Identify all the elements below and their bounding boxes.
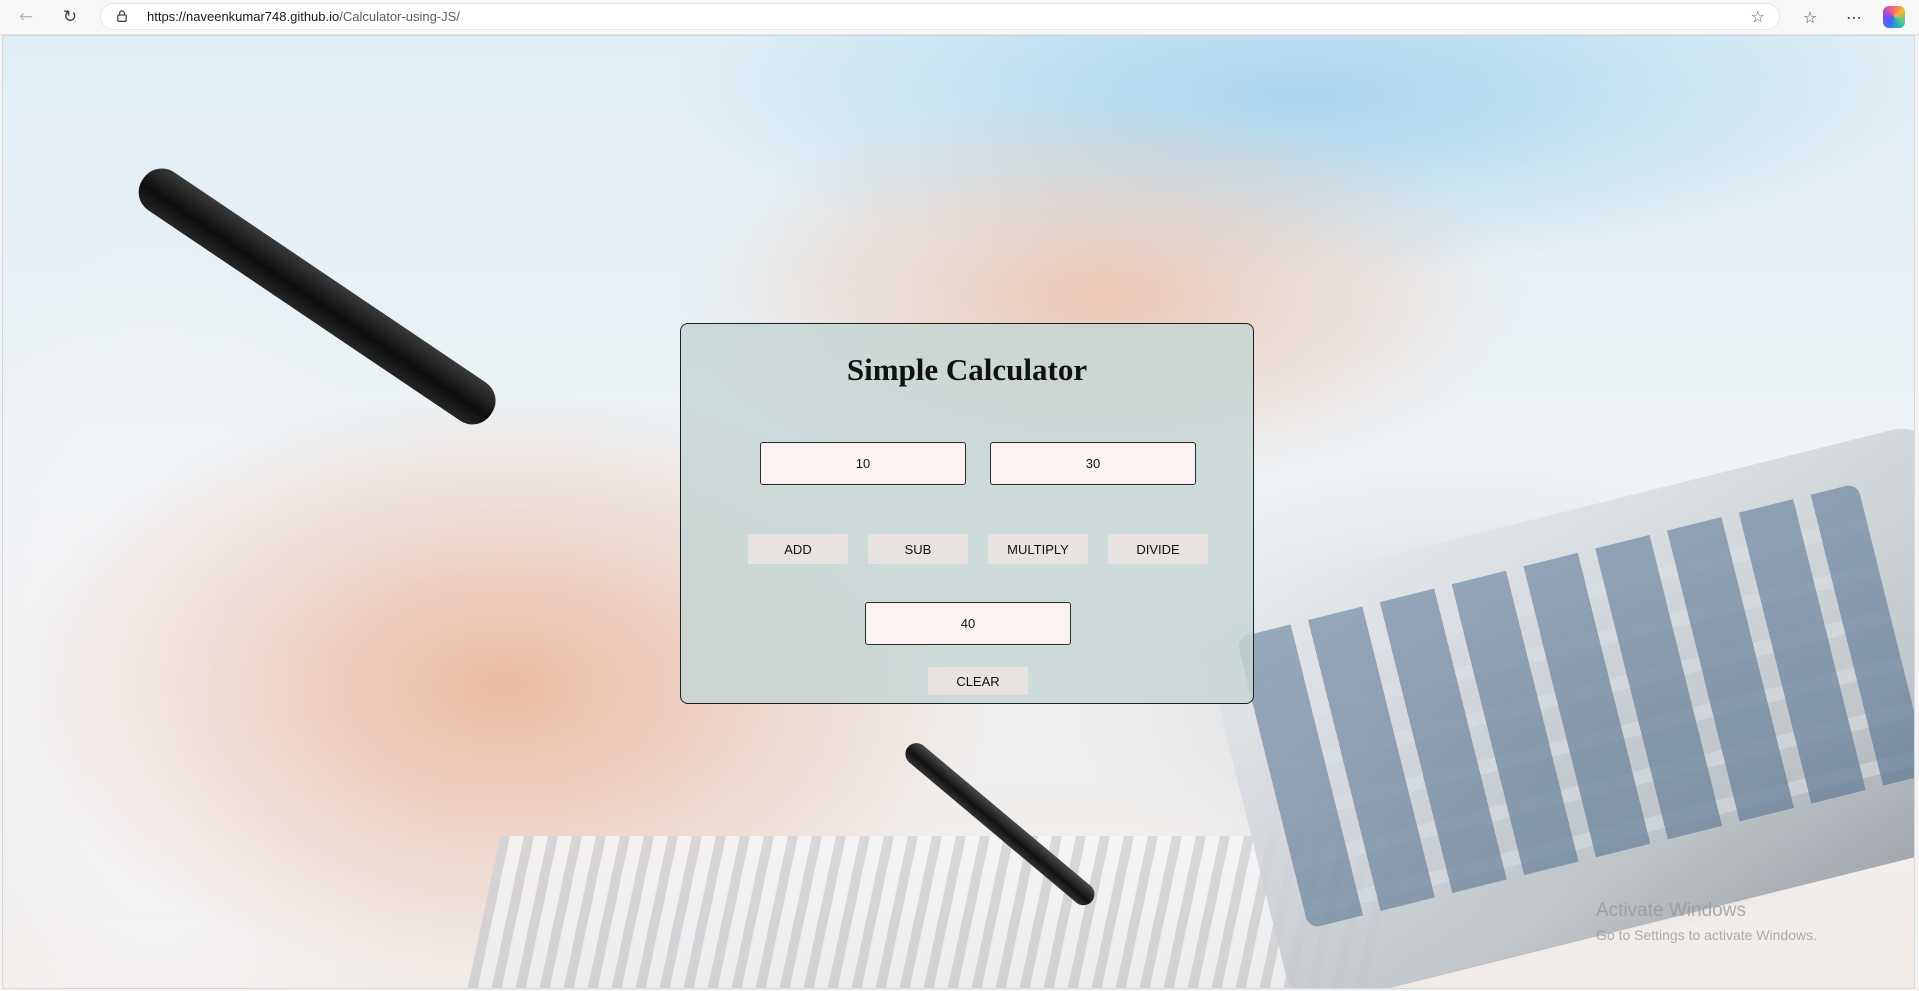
favorites-icon[interactable]: ☆: [1797, 4, 1823, 30]
second-number-input[interactable]: [990, 442, 1196, 485]
watermark-title: Activate Windows: [1596, 900, 1746, 921]
url-path: /Calculator-using-JS/: [339, 9, 460, 24]
lock-icon[interactable]: [117, 10, 127, 22]
copilot-icon[interactable]: [1883, 6, 1905, 28]
clear-button[interactable]: CLEAR: [928, 667, 1028, 695]
page-title: Simple Calculator: [846, 352, 1088, 387]
add-button[interactable]: ADD: [748, 534, 848, 564]
refresh-icon[interactable]: ↻: [57, 4, 83, 30]
background-pen: [130, 159, 505, 433]
url-text[interactable]: https://naveenkumar748.github.io/Calcula…: [147, 9, 460, 24]
multiply-button[interactable]: MULTIPLY: [988, 534, 1088, 564]
more-icon[interactable]: ⋯: [1841, 4, 1867, 30]
first-number-input[interactable]: [760, 442, 966, 485]
address-bar[interactable]: https://naveenkumar748.github.io/Calcula…: [100, 3, 1780, 30]
calculator-panel: Simple Calculator ADD SUB MULTIPLY DIVID…: [680, 323, 1254, 704]
activate-windows-watermark: Activate Windows Go to Settings to activ…: [1596, 900, 1817, 943]
back-arrow-icon[interactable]: ←: [13, 4, 39, 30]
url-host: https://naveenkumar748.github.io: [147, 9, 340, 24]
star-icon[interactable]: ☆: [1751, 7, 1765, 26]
result-field[interactable]: [865, 602, 1071, 645]
watermark-subtitle: Go to Settings to activate Windows.: [1596, 927, 1817, 943]
sub-button[interactable]: SUB: [868, 534, 968, 564]
browser-toolbar: ← ↻ https://naveenkumar748.github.io/Cal…: [0, 0, 1919, 35]
divide-button[interactable]: DIVIDE: [1108, 534, 1208, 564]
